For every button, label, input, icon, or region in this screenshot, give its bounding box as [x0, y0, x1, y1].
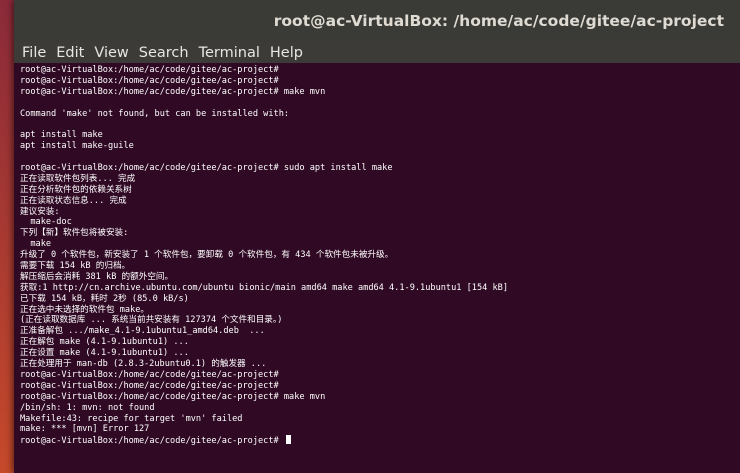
terminal-line: 正在解包 make (4.1-9.1ubuntu1) ... — [20, 337, 189, 348]
terminal-line: root@ac-VirtualBox:/home/ac/code/gitee/a… — [20, 65, 279, 75]
terminal-line: 正准备解包 .../make_4.1-9.1ubuntu1_amd64.deb … — [20, 326, 265, 337]
terminal-line: 建议安装: — [20, 206, 60, 217]
terminal-window[interactable]: root@ac-VirtualBox: /home/ac/code/gitee/… — [14, 0, 740, 473]
terminal-line: (正在读取数据库 ... 系统当前共安装有 127374 个文件和目录。) — [20, 315, 283, 326]
terminal-line: root@ac-VirtualBox:/home/ac/code/gitee/a… — [20, 163, 393, 174]
menu-edit[interactable]: Edit — [56, 45, 84, 61]
terminal-line: 解压缩后会消耗 381 kB 的额外空间。 — [20, 271, 174, 282]
terminal-line: make-doc — [20, 217, 72, 228]
terminal-line: Command 'make' not found, but can be ins… — [20, 108, 290, 119]
menu-help[interactable]: Help — [270, 45, 303, 61]
terminal-line: make: *** [mvn] Error 127 — [20, 424, 150, 435]
terminal-line: make — [20, 239, 52, 250]
terminal-line: root@ac-VirtualBox:/home/ac/code/gitee/a… — [20, 369, 279, 380]
terminal-line: 下列【新】软件包将被安装: — [20, 228, 129, 239]
menu-file[interactable]: File — [22, 45, 46, 61]
terminal-line: 正在处理用于 man-db (2.8.3-2ubuntu0.1) 的触发器 ..… — [20, 359, 267, 370]
window-title: root@ac-VirtualBox: /home/ac/code/gitee/… — [273, 12, 724, 30]
terminal-line: apt install make — [20, 130, 103, 141]
terminal-line: 需要下载 154 kB 的归档。 — [20, 261, 131, 272]
terminal-line: root@ac-VirtualBox:/home/ac/code/gitee/a… — [20, 391, 326, 402]
terminal-line: root@ac-VirtualBox:/home/ac/code/gitee/a… — [20, 86, 326, 97]
menu-bar: File Edit View Search Terminal Help — [14, 42, 740, 63]
menu-view[interactable]: View — [94, 45, 128, 61]
terminal-line: 正在设置 make (4.1-9.1ubuntu1) ... — [20, 348, 189, 359]
terminal-line: 升级了 0 个软件包，新安装了 1 个软件包，要卸载 0 个软件包，有 434 … — [20, 250, 394, 261]
terminal-line: 正在选中未选择的软件包 make。 — [20, 304, 149, 315]
menu-terminal[interactable]: Terminal — [199, 45, 260, 61]
window-titlebar[interactable]: root@ac-VirtualBox: /home/ac/code/gitee/… — [14, 0, 740, 42]
menu-search[interactable]: Search — [139, 45, 189, 61]
terminal-line: root@ac-VirtualBox:/home/ac/code/gitee/a… — [20, 380, 279, 391]
terminal-cursor — [285, 435, 291, 445]
terminal-line: root@ac-VirtualBox:/home/ac/code/gitee/a… — [20, 75, 279, 86]
terminal-line: root@ac-VirtualBox:/home/ac/code/gitee/a… — [20, 435, 740, 446]
terminal-line: 正在读取状态信息... 完成 — [20, 195, 127, 206]
terminal-line: 已下载 154 kB，耗时 2秒 (85.0 kB/s) — [20, 293, 189, 304]
terminal-output[interactable]: root@ac-VirtualBox:/home/ac/code/gitee/a… — [14, 63, 740, 473]
terminal-line: 正在读取软件包列表... 完成 — [20, 173, 136, 184]
terminal-line: /bin/sh: 1: mvn: not found — [20, 402, 155, 413]
terminal-line: 正在分析软件包的依赖关系树 — [20, 184, 132, 195]
terminal-line: 获取:1 http://cn.archive.ubuntu.com/ubuntu… — [20, 282, 509, 293]
terminal-line: Makefile:43: recipe for target 'mvn' fai… — [20, 413, 243, 424]
terminal-line: apt install make-guile — [20, 141, 134, 152]
